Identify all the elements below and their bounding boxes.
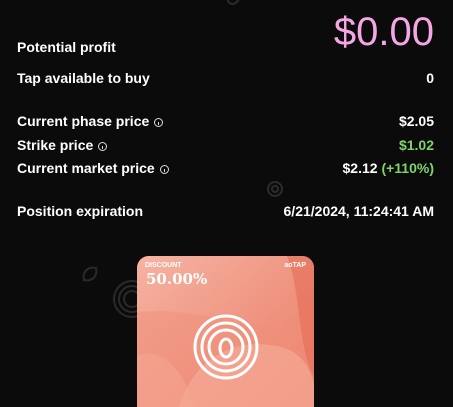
discount-value: 50.00% xyxy=(146,270,208,288)
discount-label: DISCOUNT xyxy=(145,262,182,269)
token-label: aoTAP xyxy=(284,262,306,269)
market-price-label: Current market price xyxy=(17,160,155,176)
tap-available-row: Tap available to buy 0 xyxy=(17,69,434,87)
phase-price-label: Current phase price xyxy=(17,113,150,129)
market-price-change: (+110%) xyxy=(381,160,434,176)
expiration-row: Position expiration 6/21/2024, 11:24:41 … xyxy=(17,202,434,220)
strike-price-value: $1.02 xyxy=(398,137,434,153)
market-price-value-group: $2.12 (+110%) xyxy=(343,159,434,177)
card-header: DISCOUNT aoTAP xyxy=(145,262,306,269)
token-logo-icon xyxy=(193,314,259,380)
phase-price-value: $2.05 xyxy=(398,113,434,129)
strike-price-label-group: Strike price xyxy=(17,136,108,154)
info-icon[interactable] xyxy=(154,117,164,127)
market-price-row: Current market price $2.12 (+110%) xyxy=(17,159,434,177)
strike-price-label: Strike price xyxy=(17,137,94,153)
background-leaf-icon-2 xyxy=(82,266,98,282)
option-card[interactable]: DISCOUNT aoTAP 50.00% xyxy=(137,256,314,407)
tap-available-value: 0 xyxy=(426,70,434,86)
info-icon[interactable] xyxy=(98,141,108,151)
market-price-value: $2.12 xyxy=(342,160,378,176)
strike-price-row: Strike price $1.02 xyxy=(17,136,434,154)
market-price-label-group: Current market price xyxy=(17,159,169,177)
phase-price-label-group: Current phase price xyxy=(17,112,164,130)
expiration-value: 6/21/2024, 11:24:41 AM xyxy=(283,203,434,219)
info-icon[interactable] xyxy=(159,164,169,174)
background-leaf-icon xyxy=(226,0,240,5)
potential-profit-row: Potential profit xyxy=(17,38,434,56)
potential-profit-label: Potential profit xyxy=(17,39,116,55)
tap-available-label: Tap available to buy xyxy=(17,70,150,86)
expiration-label: Position expiration xyxy=(17,203,144,219)
background-swirl-icon xyxy=(267,181,283,197)
phase-price-row: Current phase price $2.05 xyxy=(17,112,434,130)
